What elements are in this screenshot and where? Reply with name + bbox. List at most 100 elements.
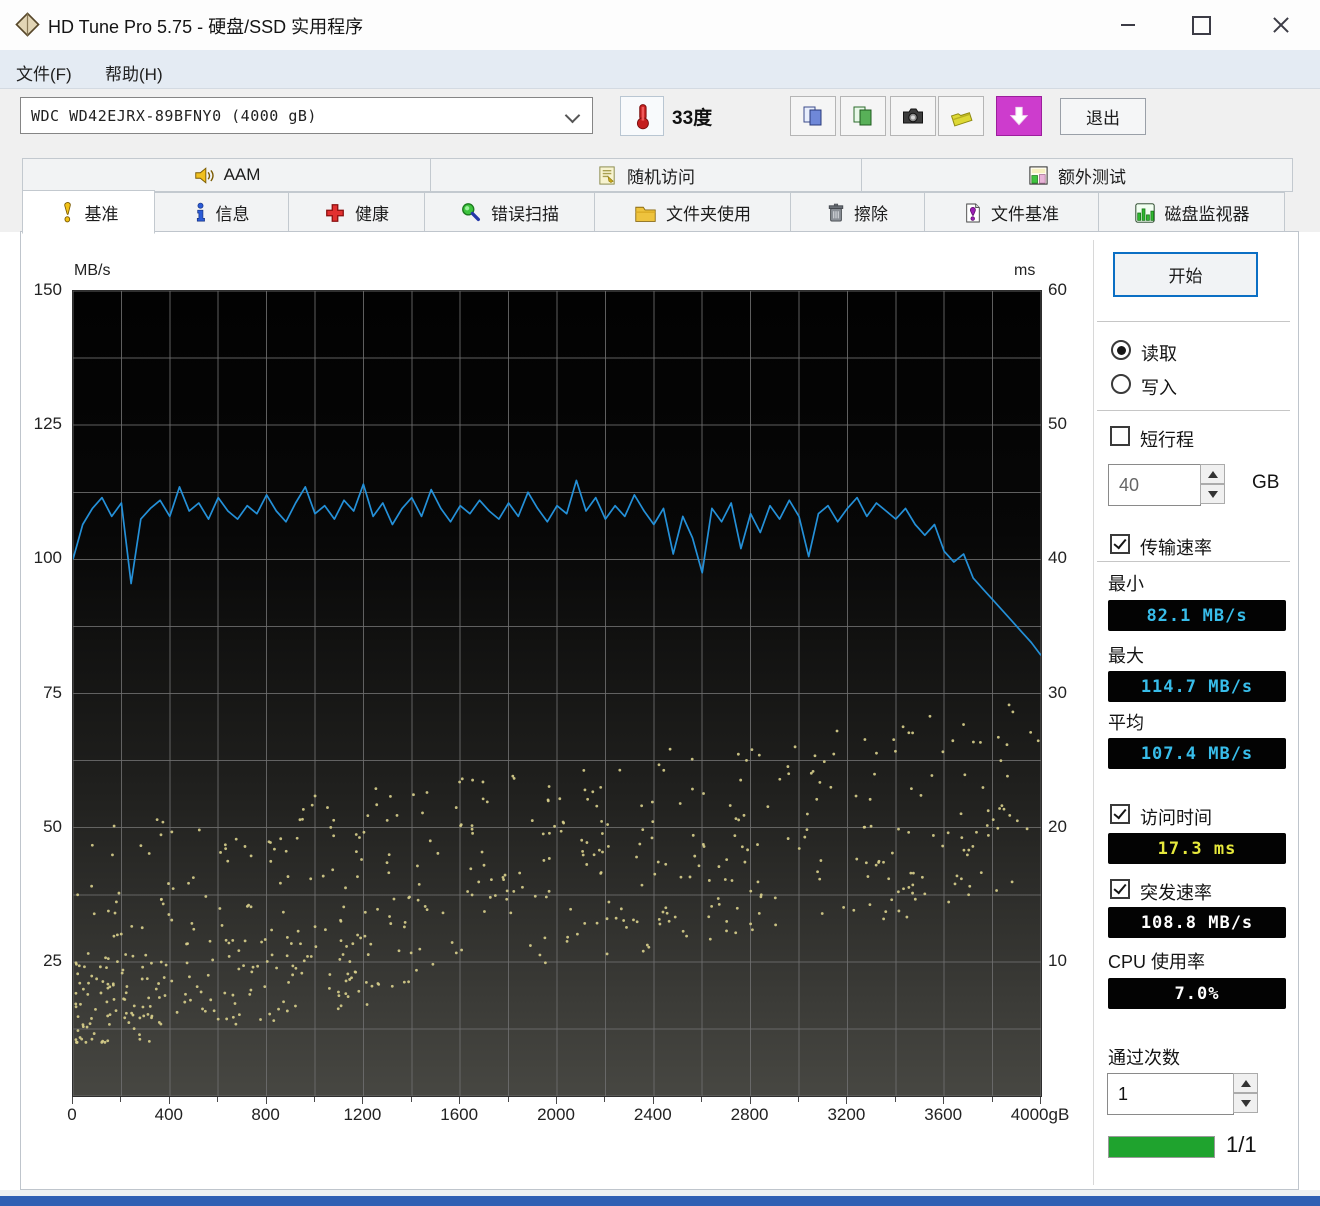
thermometer-icon <box>636 104 649 130</box>
tab-file-benchmark[interactable]: 文件基准 <box>924 192 1099 233</box>
pass-spin-down-button[interactable] <box>1233 1093 1258 1113</box>
exit-button[interactable]: 退出 <box>1060 98 1146 135</box>
tab-disk-monitor[interactable]: 磁盘监视器 <box>1098 192 1285 233</box>
divider <box>1097 561 1290 562</box>
x-tick-label: 800 <box>251 1105 280 1124</box>
close-button[interactable] <box>1258 0 1304 50</box>
y-right-tick-label: 20 <box>1048 816 1067 836</box>
start-button[interactable]: 开始 <box>1113 252 1258 297</box>
avg-label: 平均 <box>1108 713 1144 733</box>
download-button[interactable] <box>996 96 1042 136</box>
size-unit-label: GB <box>1252 472 1280 493</box>
size-spin-down-button[interactable] <box>1200 484 1225 504</box>
temperature-value: 33度 <box>672 108 713 129</box>
info-icon <box>196 202 205 221</box>
write-radio-label: 写入 <box>1141 378 1177 398</box>
minimize-icon <box>1121 24 1135 26</box>
divider <box>1097 321 1290 322</box>
x-tick-mark <box>846 1097 848 1104</box>
benchmark-icon <box>63 201 71 222</box>
x-tick-mark <box>1040 1097 1041 1104</box>
min-speed-display: 82.1 MB/s <box>1108 600 1286 631</box>
short-stroke-checkbox[interactable] <box>1110 426 1130 446</box>
close-icon <box>1272 16 1290 34</box>
write-radio[interactable] <box>1111 374 1131 394</box>
tab-benchmark[interactable]: 基准 <box>22 190 155 234</box>
x-tick-mark <box>410 1097 412 1102</box>
access-time-checkbox[interactable] <box>1110 804 1130 824</box>
maximize-button[interactable] <box>1178 0 1224 50</box>
short-stroke-size-value: 40 <box>1119 474 1140 495</box>
screenshot-button[interactable] <box>890 96 936 136</box>
x-tick-mark <box>168 1097 170 1104</box>
x-tick-mark <box>749 1097 751 1104</box>
copy-image-button[interactable] <box>840 96 886 136</box>
pass-spin-up-button[interactable] <box>1233 1073 1258 1093</box>
down-arrow-icon <box>1240 1099 1251 1107</box>
copy-pages-blue-icon <box>803 106 822 126</box>
tab-erase[interactable]: 擦除 <box>790 192 925 233</box>
max-label: 最大 <box>1108 646 1144 666</box>
tab-error-scan-label: 错误扫描 <box>491 205 559 224</box>
chart-canvas <box>73 291 1041 1096</box>
download-arrow-icon <box>1009 106 1029 126</box>
y-left-tick-label: 100 <box>33 548 62 568</box>
progress-bar-fill <box>1109 1137 1214 1157</box>
temperature-button[interactable] <box>620 96 664 136</box>
tab-health[interactable]: 健康 <box>288 192 425 233</box>
x-tick-mark <box>459 1097 461 1104</box>
y-right-tick-label: 60 <box>1048 280 1067 299</box>
progress-bar <box>1108 1136 1215 1158</box>
y-right-tick-label: 30 <box>1048 682 1067 702</box>
x-tick-mark <box>217 1097 219 1102</box>
tab-benchmark-label: 基准 <box>84 204 119 224</box>
tab-extra-tests[interactable]: 额外测试 <box>861 158 1293 192</box>
save-results-button[interactable] <box>938 96 984 136</box>
pass-count-input[interactable]: 1 <box>1107 1073 1234 1115</box>
max-speed-display: 114.7 MB/s <box>1108 671 1286 702</box>
y-right-tick-label: 10 <box>1048 950 1067 970</box>
tab-info[interactable]: 信息 <box>154 192 289 233</box>
transfer-rate-checkbox[interactable] <box>1110 534 1130 554</box>
toolbar: WDC WD42EJRX-89BFNY0 (4000 gB) 33度 退出 <box>0 89 1320 150</box>
read-radio[interactable] <box>1111 340 1131 360</box>
x-tick-label: 2000 <box>537 1105 575 1124</box>
size-spin-up-button[interactable] <box>1200 464 1225 484</box>
y-left-tick-label: 50 <box>43 816 62 836</box>
copy-text-button[interactable] <box>790 96 836 136</box>
x-tick-mark <box>362 1097 364 1104</box>
start-button-label: 开始 <box>1168 267 1203 286</box>
menu-bar: 文件(F) 帮助(H) <box>0 50 1320 89</box>
y-left-tick-label: 150 <box>33 280 62 299</box>
y-right-tick-label: 50 <box>1048 414 1067 434</box>
x-tick-mark <box>894 1097 896 1102</box>
tab-error-scan[interactable]: 错误扫描 <box>424 192 595 233</box>
extra-tests-icon <box>1029 165 1048 185</box>
burst-rate-checkbox[interactable] <box>1110 879 1130 899</box>
minimize-button[interactable] <box>1105 0 1151 50</box>
tab-folder-usage[interactable]: 文件夹使用 <box>594 192 791 233</box>
menu-help[interactable]: 帮助(H) <box>97 57 171 88</box>
menu-file[interactable]: 文件(F) <box>8 57 80 88</box>
panel-divider <box>1093 240 1094 1185</box>
drive-select-dropdown[interactable]: WDC WD42EJRX-89BFNY0 (4000 gB) <box>20 97 593 134</box>
x-tick-mark <box>943 1097 945 1104</box>
x-tick-mark <box>72 1097 73 1104</box>
x-tick-mark <box>507 1097 509 1102</box>
window-title: HD Tune Pro 5.75 - 硬盘/SSD 实用程序 <box>48 17 364 37</box>
x-tick-mark <box>556 1097 557 1104</box>
tab-aam[interactable]: AAM <box>22 158 431 192</box>
down-arrow-icon <box>1207 490 1218 498</box>
x-tick-mark <box>120 1097 122 1102</box>
x-tick-mark <box>652 1097 654 1104</box>
tab-random-access[interactable]: 随机访问 <box>430 158 862 192</box>
x-tick-label: 400 <box>154 1105 183 1124</box>
tab-disk-monitor-label: 磁盘监视器 <box>1164 205 1250 224</box>
access-time-label: 访问时间 <box>1140 808 1212 828</box>
tab-strip: AAM 随机访问 额外测试 基准 信息 健康 错误扫描 文件夹使用 擦除 文件基… <box>0 150 1320 234</box>
tab-info-label: 信息 <box>215 205 250 224</box>
short-stroke-label: 短行程 <box>1140 430 1194 450</box>
short-stroke-size-input[interactable]: 40 <box>1108 464 1201 506</box>
divider <box>1097 410 1290 411</box>
pass-count-label: 通过次数 <box>1108 1048 1180 1068</box>
